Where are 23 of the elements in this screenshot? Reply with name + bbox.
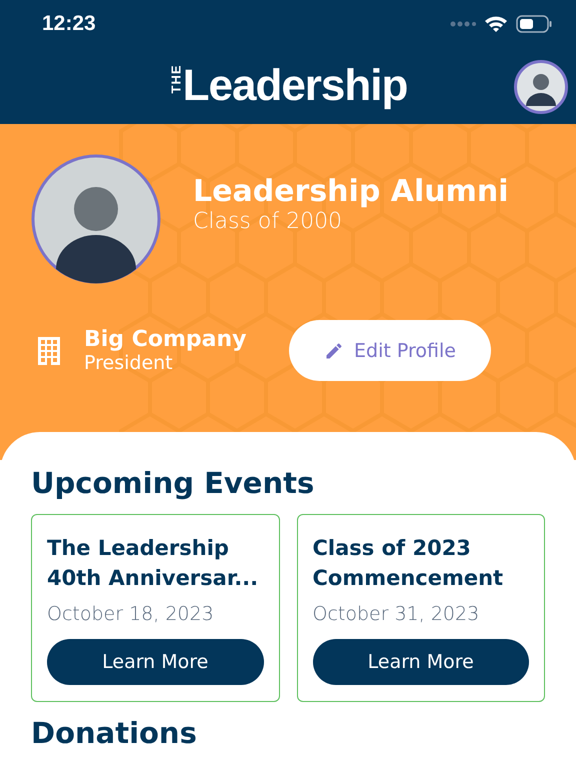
learn-more-button[interactable]: Learn More <box>47 639 264 685</box>
building-icon <box>38 336 60 364</box>
profile-name: Leadership Alumni <box>193 174 508 209</box>
event-date: October 31, 2023 <box>312 603 480 625</box>
learn-more-button[interactable]: Learn More <box>312 639 529 685</box>
signal-icon <box>450 21 476 27</box>
battery-icon <box>516 15 552 33</box>
pencil-icon <box>324 340 344 360</box>
event-card[interactable]: The Leadership 40th Anniversar... October 18, 2023 Learn More <box>31 514 280 702</box>
company-name: Big Company <box>84 327 248 352</box>
event-card[interactable]: Class of 2023 Commencement October 31, 2023 Learn More <box>296 514 545 702</box>
event-title: Class of 2023 Commencement <box>312 535 504 592</box>
avatar-icon[interactable] <box>514 60 568 114</box>
event-title: The Leadership 40th Anniversar... <box>47 535 260 592</box>
edit-profile-button[interactable]: Edit Profile <box>289 320 491 381</box>
class-year: Class of 2000 <box>193 209 344 234</box>
section-title: Upcoming Events <box>31 466 316 500</box>
status-time: 12:23 <box>42 12 96 36</box>
event-date: October 18, 2023 <box>47 603 215 625</box>
job-title: President <box>84 352 174 374</box>
section-title: Donations <box>31 716 198 750</box>
app-logo: THE Leadership <box>168 61 408 111</box>
wifi-icon <box>484 15 508 33</box>
